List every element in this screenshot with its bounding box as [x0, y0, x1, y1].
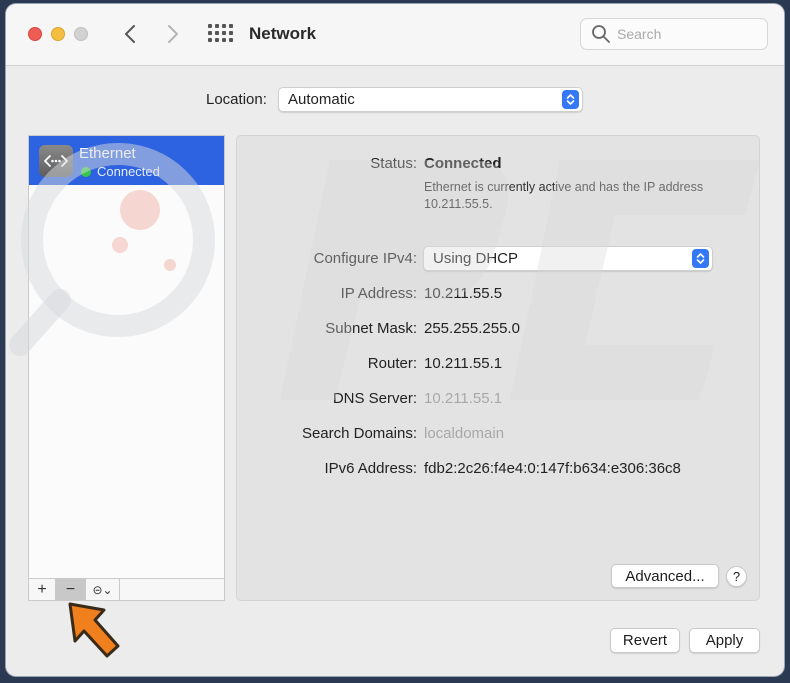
ipv6-address-label: IPv6 Address:: [324, 460, 417, 477]
service-status: Connected: [81, 164, 160, 179]
ip-address-value: 10.211.55.5: [424, 285, 503, 302]
search-domains-value: localdomain: [424, 425, 505, 442]
service-name: Ethernet: [79, 145, 136, 162]
ip-address-label: IP Address:: [340, 285, 417, 302]
configure-ipv4-popup[interactable]: Using DHCP: [423, 246, 713, 271]
apply-button[interactable]: Apply: [689, 628, 760, 653]
subnet-mask-label: Subnet Mask:: [325, 320, 417, 337]
minimize-window-button[interactable]: [51, 27, 65, 41]
status-label: Status:: [370, 155, 417, 172]
ipv6-address-value: fdb2:2c26:f4e4:0:147f:b634:e306:36c8: [424, 460, 681, 477]
location-value: Automatic: [288, 91, 355, 108]
add-service-button[interactable]: +: [29, 579, 56, 600]
show-all-grid-icon[interactable]: [208, 24, 233, 46]
router-label: Router:: [367, 355, 417, 372]
status-description: Ethernet is currently active and has the…: [424, 180, 704, 211]
revert-button[interactable]: Revert: [610, 628, 680, 653]
forward-button[interactable]: [161, 20, 185, 48]
back-button[interactable]: [118, 20, 142, 48]
advanced-button[interactable]: Advanced...: [611, 564, 719, 588]
chevron-left-icon: [125, 25, 135, 43]
status-value: Connected: [424, 155, 502, 172]
service-details-panel: Status: Connected Ethernet is currently …: [236, 135, 760, 601]
router-value: 10.211.55.1: [424, 355, 503, 372]
configure-ipv4-label: Configure IPv4:: [313, 250, 417, 267]
zoom-window-button[interactable]: [74, 27, 88, 41]
ethernet-icon: [39, 145, 73, 177]
search-icon: [592, 25, 610, 43]
popup-stepper-icon: [692, 249, 709, 268]
search-domains-label: Search Domains:: [301, 425, 417, 442]
search-input[interactable]: [617, 26, 757, 42]
action-menu-button[interactable]: ⊝⌄: [86, 579, 120, 600]
popup-stepper-icon: [562, 90, 579, 109]
location-popup[interactable]: Automatic: [278, 87, 583, 112]
network-preferences-window: Network Location: Automatic Ethernet Con…: [6, 4, 784, 676]
dns-server-value: 10.211.55.1: [424, 390, 503, 407]
configure-ipv4-value: Using DHCP: [433, 250, 519, 267]
service-item-ethernet[interactable]: Ethernet Connected: [29, 136, 224, 185]
service-status-text: Connected: [97, 164, 160, 179]
toolbar: Network: [6, 4, 784, 66]
remove-service-button[interactable]: −: [56, 579, 86, 600]
pointer-arrow-icon: [68, 602, 120, 658]
search-field[interactable]: [580, 18, 768, 50]
close-window-button[interactable]: [28, 27, 42, 41]
service-list: Ethernet Connected + − ⊝⌄: [28, 135, 225, 601]
dns-server-label: DNS Server:: [332, 390, 417, 407]
service-list-toolbar: + − ⊝⌄: [29, 578, 224, 600]
window-title: Network: [249, 24, 317, 43]
connected-status-dot-icon: [81, 166, 91, 177]
location-label: Location:: [206, 91, 267, 108]
subnet-mask-value: 255.255.255.0: [424, 320, 520, 337]
help-button[interactable]: ?: [726, 566, 747, 587]
chevron-right-icon: [168, 25, 178, 43]
